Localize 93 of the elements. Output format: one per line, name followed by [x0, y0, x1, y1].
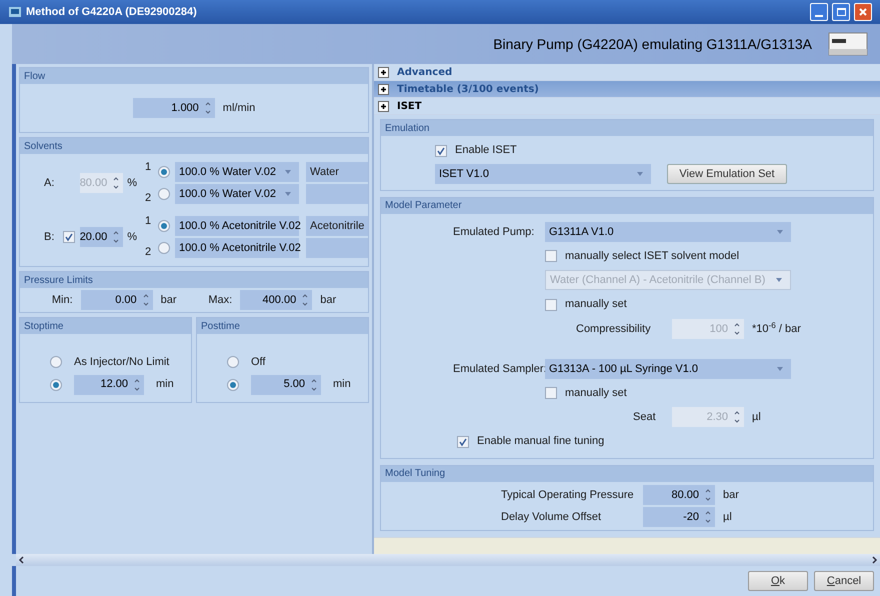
checkbox[interactable] [545, 250, 557, 262]
close-button[interactable] [854, 3, 872, 21]
solvent-name-field[interactable] [306, 238, 368, 258]
view-emulation-set-button[interactable]: View Emulation Set [667, 164, 787, 184]
spin-field[interactable]: 12.00 [74, 374, 144, 394]
group-title: Model Parameter [385, 199, 462, 214]
label: Emulated Pump: [453, 224, 536, 240]
pump-module-icon [828, 31, 868, 57]
radio-button[interactable] [50, 378, 62, 390]
spinner-icon[interactable] [703, 486, 713, 503]
header-title: Binary Pump (G4220A) emulating G1311A/G1313A [493, 34, 812, 54]
unit-label: µl [723, 510, 732, 525]
spin-field[interactable]: 5.00 [251, 374, 321, 394]
minimize-button[interactable] [810, 3, 828, 21]
unit-label: bar [160, 292, 177, 308]
label: 2 [145, 244, 152, 260]
checkbox[interactable] [435, 144, 447, 157]
spinner-icon[interactable] [703, 508, 713, 525]
spinner-icon[interactable] [140, 292, 151, 308]
label: manually set [565, 386, 627, 401]
unit-label: ml/min [222, 100, 256, 116]
radio-button[interactable] [158, 242, 170, 254]
unit-label: min [156, 377, 174, 392]
label: manually set [565, 297, 627, 312]
dropdown[interactable]: G1311A V1.0 [545, 222, 791, 242]
radio-button[interactable] [227, 378, 239, 390]
maximize-button[interactable] [832, 3, 850, 21]
spinner-icon[interactable] [309, 376, 319, 392]
group-title: Stoptime [24, 320, 64, 334]
unit-label: *10$^{-6}$ / bar [752, 320, 801, 337]
checkbox[interactable] [63, 231, 76, 243]
label: Enable ISET [455, 143, 517, 158]
label: Emulated Sampler: [453, 362, 545, 377]
checkbox[interactable] [545, 298, 557, 311]
spin-field[interactable]: 1.000 [132, 98, 215, 118]
window-title: Method of G4220A (DE92900284) [26, 4, 198, 20]
spinner-icon[interactable] [202, 100, 213, 116]
dropdown[interactable]: G1313A - 100 µL Syringe V1.0 [545, 358, 791, 379]
unit-label: µl [752, 410, 761, 426]
unit-label: min [333, 377, 351, 392]
label: B: [44, 230, 56, 245]
radio-button[interactable] [227, 356, 239, 368]
group-title: Solvents [24, 140, 62, 154]
plus-icon[interactable] [378, 66, 389, 78]
close-icon[interactable] [858, 7, 868, 17]
horizontal-scrollbar[interactable] [16, 554, 880, 566]
spin-field[interactable]: 20.00 [80, 227, 124, 247]
section-header[interactable]: ISET [374, 98, 880, 116]
app-icon [8, 5, 22, 19]
checkbox[interactable] [545, 387, 557, 400]
label: 2 [145, 190, 152, 206]
group-title: Model Tuning [385, 467, 446, 482]
label: Typical Operating Pressure [501, 488, 635, 503]
label: 1 [145, 160, 152, 175]
spinner-icon[interactable] [111, 229, 122, 245]
unit-label: bar [723, 488, 739, 503]
section-header[interactable]: Advanced [374, 64, 880, 82]
group-title: Pressure Limits [24, 274, 93, 288]
solvent-name-field[interactable] [306, 184, 368, 204]
checkbox[interactable] [457, 436, 469, 448]
label: Max: [208, 292, 232, 308]
spinner-icon[interactable] [300, 292, 310, 308]
label: Compressibility [576, 322, 652, 337]
dropdown[interactable]: ISET V1.0 [435, 164, 651, 184]
radio-button[interactable] [50, 356, 62, 368]
label: As Injector/No Limit [74, 355, 170, 370]
label: Delay Volume Offset [501, 510, 602, 525]
label: % [127, 176, 137, 191]
dropdown[interactable]: 100.0 % Acetonitrile V.02 [175, 216, 299, 236]
plus-icon[interactable] [378, 100, 389, 112]
label: manually select ISET solvent model [565, 248, 740, 264]
solvent-name-field[interactable]: Acetonitrile [306, 216, 368, 236]
spin-field[interactable]: 80.00 [643, 484, 715, 505]
spin-field[interactable]: 0.00 [80, 290, 153, 310]
plus-icon[interactable] [378, 84, 389, 95]
dropdown[interactable]: 100.0 % Acetonitrile V.02 [175, 238, 299, 258]
label: % [127, 230, 137, 245]
spin-field[interactable]: -20 [643, 506, 715, 527]
radio-button[interactable] [158, 220, 170, 232]
label: A: [44, 176, 56, 191]
ok-button[interactable]: Ok [748, 571, 808, 591]
label: Min: [52, 292, 73, 308]
group-title: Emulation [385, 122, 430, 136]
label: Off [251, 355, 266, 370]
label: 1 [145, 214, 152, 229]
spin-field[interactable]: 400.00 [240, 290, 312, 310]
cancel-button[interactable]: Cancel [814, 571, 874, 591]
unit-label: bar [320, 292, 336, 308]
spinner-icon[interactable] [132, 376, 142, 392]
group-title: Flow [24, 70, 46, 84]
label: Enable manual fine tuning [477, 434, 604, 450]
group-title: Posttime [201, 320, 240, 334]
label: Seat [633, 410, 657, 426]
